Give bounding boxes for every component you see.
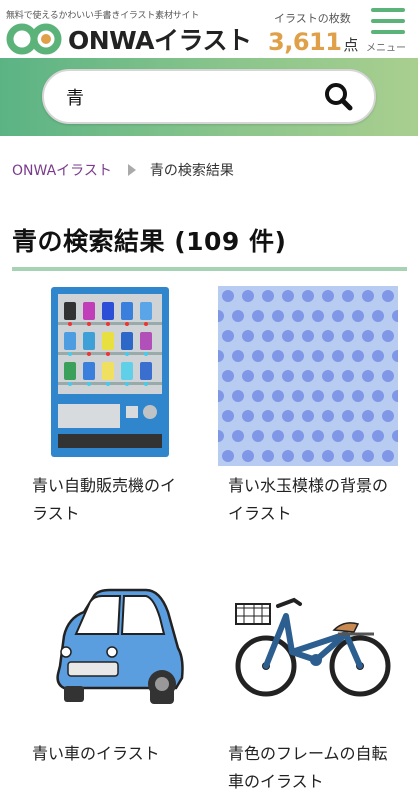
blue-car-icon: [56, 588, 184, 704]
polka-dot-pattern-icon: [218, 286, 398, 466]
count-value: 3,611 点: [268, 28, 358, 56]
menu-label: メニュー: [366, 43, 406, 54]
result-card-car[interactable]: 青い車のイラスト: [32, 580, 220, 800]
result-image: [234, 594, 404, 714]
search-box: [42, 69, 376, 124]
vending-machine-icon: [51, 287, 169, 457]
result-caption[interactable]: 青い自動販売機のイラスト: [32, 472, 192, 528]
bicycle-icon: [235, 597, 391, 697]
site-header: 無料で使えるかわいい手書きイラスト素材サイト ONWAイラスト イラストの枚数 …: [0, 0, 418, 58]
result-caption[interactable]: 青い水玉模様の背景のイラスト: [228, 472, 388, 528]
breadcrumb-home-link[interactable]: ONWAイラスト: [12, 160, 112, 180]
result-card-bicycle[interactable]: 青色のフレームの自転車のイラスト: [218, 580, 398, 800]
menu-button[interactable]: メニュー: [366, 6, 414, 56]
search-input[interactable]: [66, 83, 306, 111]
count-unit: 点: [343, 36, 358, 54]
result-image: [50, 286, 230, 466]
result-image: [50, 588, 190, 718]
page-title: 青の検索結果 (109 件): [12, 227, 287, 256]
site-logo[interactable]: ONWAイラスト: [6, 22, 252, 56]
result-caption[interactable]: 青い車のイラスト: [32, 740, 192, 768]
illustration-count: イラストの枚数 3,611 点: [266, 8, 366, 56]
search-band: [0, 58, 418, 136]
infinity-logo-icon: [6, 23, 62, 55]
search-icon: [325, 83, 353, 111]
hamburger-icon: [371, 8, 405, 36]
result-caption[interactable]: 青色のフレームの自転車のイラスト: [228, 740, 388, 796]
title-divider: [12, 267, 407, 271]
breadcrumb-current: 青の検索結果: [149, 163, 234, 179]
result-card-vending-machine[interactable]: 青い自動販売機のイラスト: [32, 286, 220, 536]
count-label: イラストの枚数: [274, 12, 351, 25]
breadcrumb: ONWAイラスト 青の検索結果: [12, 160, 234, 180]
breadcrumb-arrow-icon: [127, 164, 136, 176]
search-button[interactable]: [322, 81, 356, 113]
logo-text: ONWAイラスト: [68, 26, 252, 55]
result-image: [218, 286, 398, 466]
site-tagline: 無料で使えるかわいい手書きイラスト素材サイト: [6, 11, 200, 21]
result-card-polka-dot[interactable]: 青い水玉模様の背景のイラスト: [218, 286, 398, 536]
